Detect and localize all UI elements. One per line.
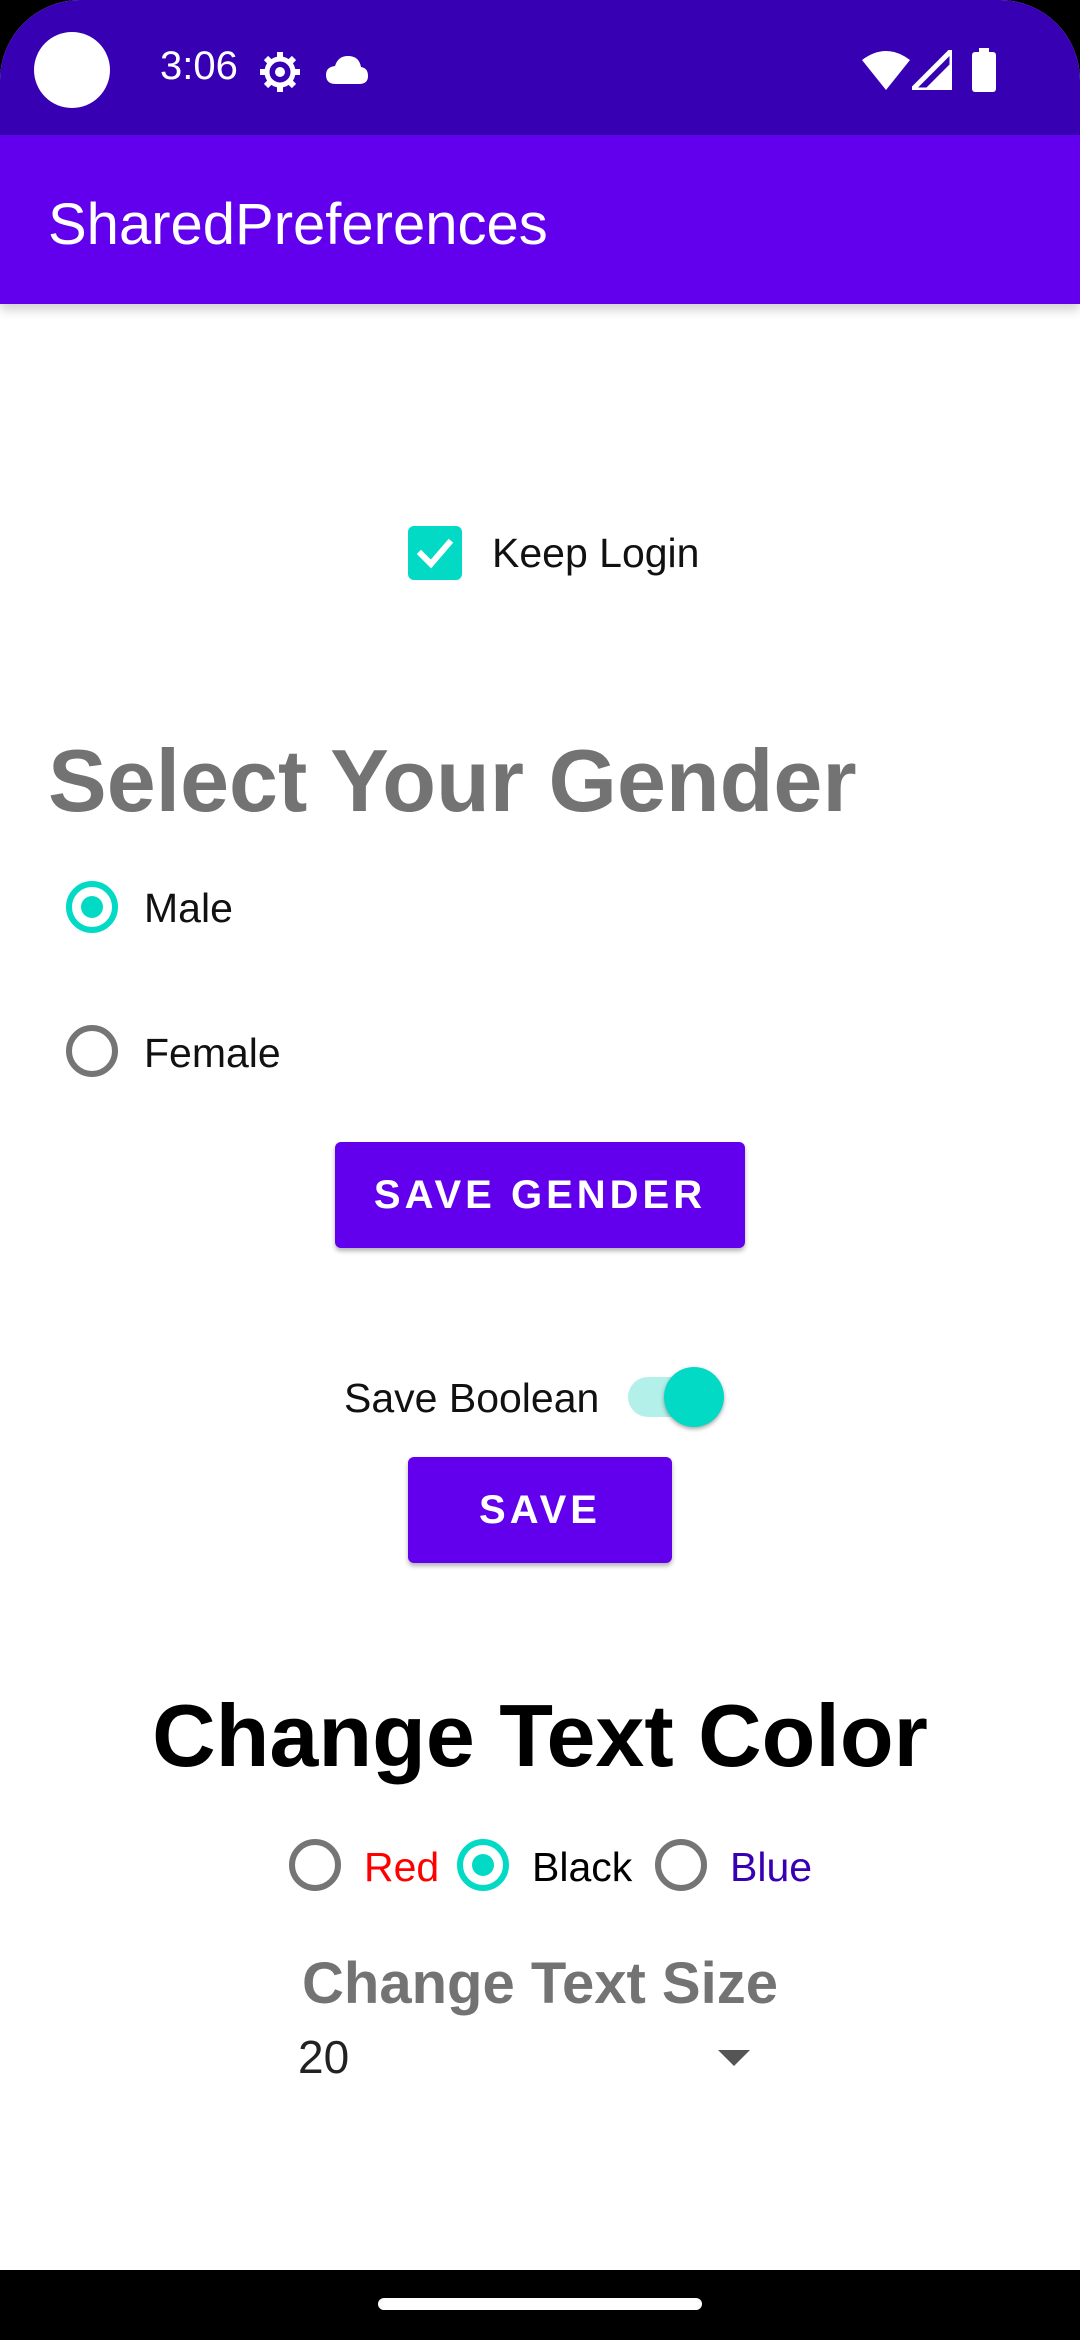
text-size-title: Change Text Size <box>302 1951 778 2016</box>
spinner-value: 20 <box>298 2031 350 2083</box>
radio-blue-label[interactable]: Blue <box>730 1844 812 1891</box>
keep-login-checkbox[interactable]: Keep Login <box>408 525 699 581</box>
radio-red[interactable] <box>289 1839 341 1891</box>
home-handle[interactable] <box>378 2298 702 2310</box>
battery-icon <box>972 48 996 92</box>
status-time: 3:06 <box>160 44 238 88</box>
signal-icon <box>912 50 952 90</box>
settings-gear-icon <box>260 52 300 92</box>
gender-section-title: Select Your Gender <box>48 731 857 830</box>
camera-cutout <box>34 32 110 108</box>
radio-male-label[interactable]: Male <box>144 885 233 932</box>
app-bar: SharedPreferences <box>0 135 1080 304</box>
switch-thumb <box>664 1367 724 1427</box>
radio-female[interactable] <box>66 1025 118 1077</box>
save-gender-button[interactable]: SAVE GENDER <box>335 1142 745 1248</box>
radio-blue[interactable] <box>655 1839 707 1891</box>
radio-male[interactable] <box>66 881 118 933</box>
radio-black-label[interactable]: Black <box>532 1844 632 1891</box>
save-button[interactable]: SAVE <box>408 1457 672 1563</box>
app-title: SharedPreferences <box>48 192 548 257</box>
status-bar: 3:06 <box>0 0 1080 135</box>
cloud-icon <box>326 56 368 84</box>
app-screen: 3:06 SharedPreferences Keep Login Select… <box>0 0 1080 2270</box>
checkbox-checked-icon <box>408 526 462 580</box>
checkmark-icon <box>416 538 454 569</box>
text-color-title: Change Text Color <box>152 1686 928 1785</box>
radio-red-label[interactable]: Red <box>364 1844 439 1891</box>
radio-black[interactable] <box>457 1839 509 1891</box>
keep-login-label: Keep Login <box>492 529 700 576</box>
radio-female-label[interactable]: Female <box>144 1030 281 1077</box>
save-boolean-label: Save Boolean <box>344 1375 600 1421</box>
dropdown-arrow-icon <box>718 2050 750 2066</box>
wifi-icon <box>862 51 910 90</box>
